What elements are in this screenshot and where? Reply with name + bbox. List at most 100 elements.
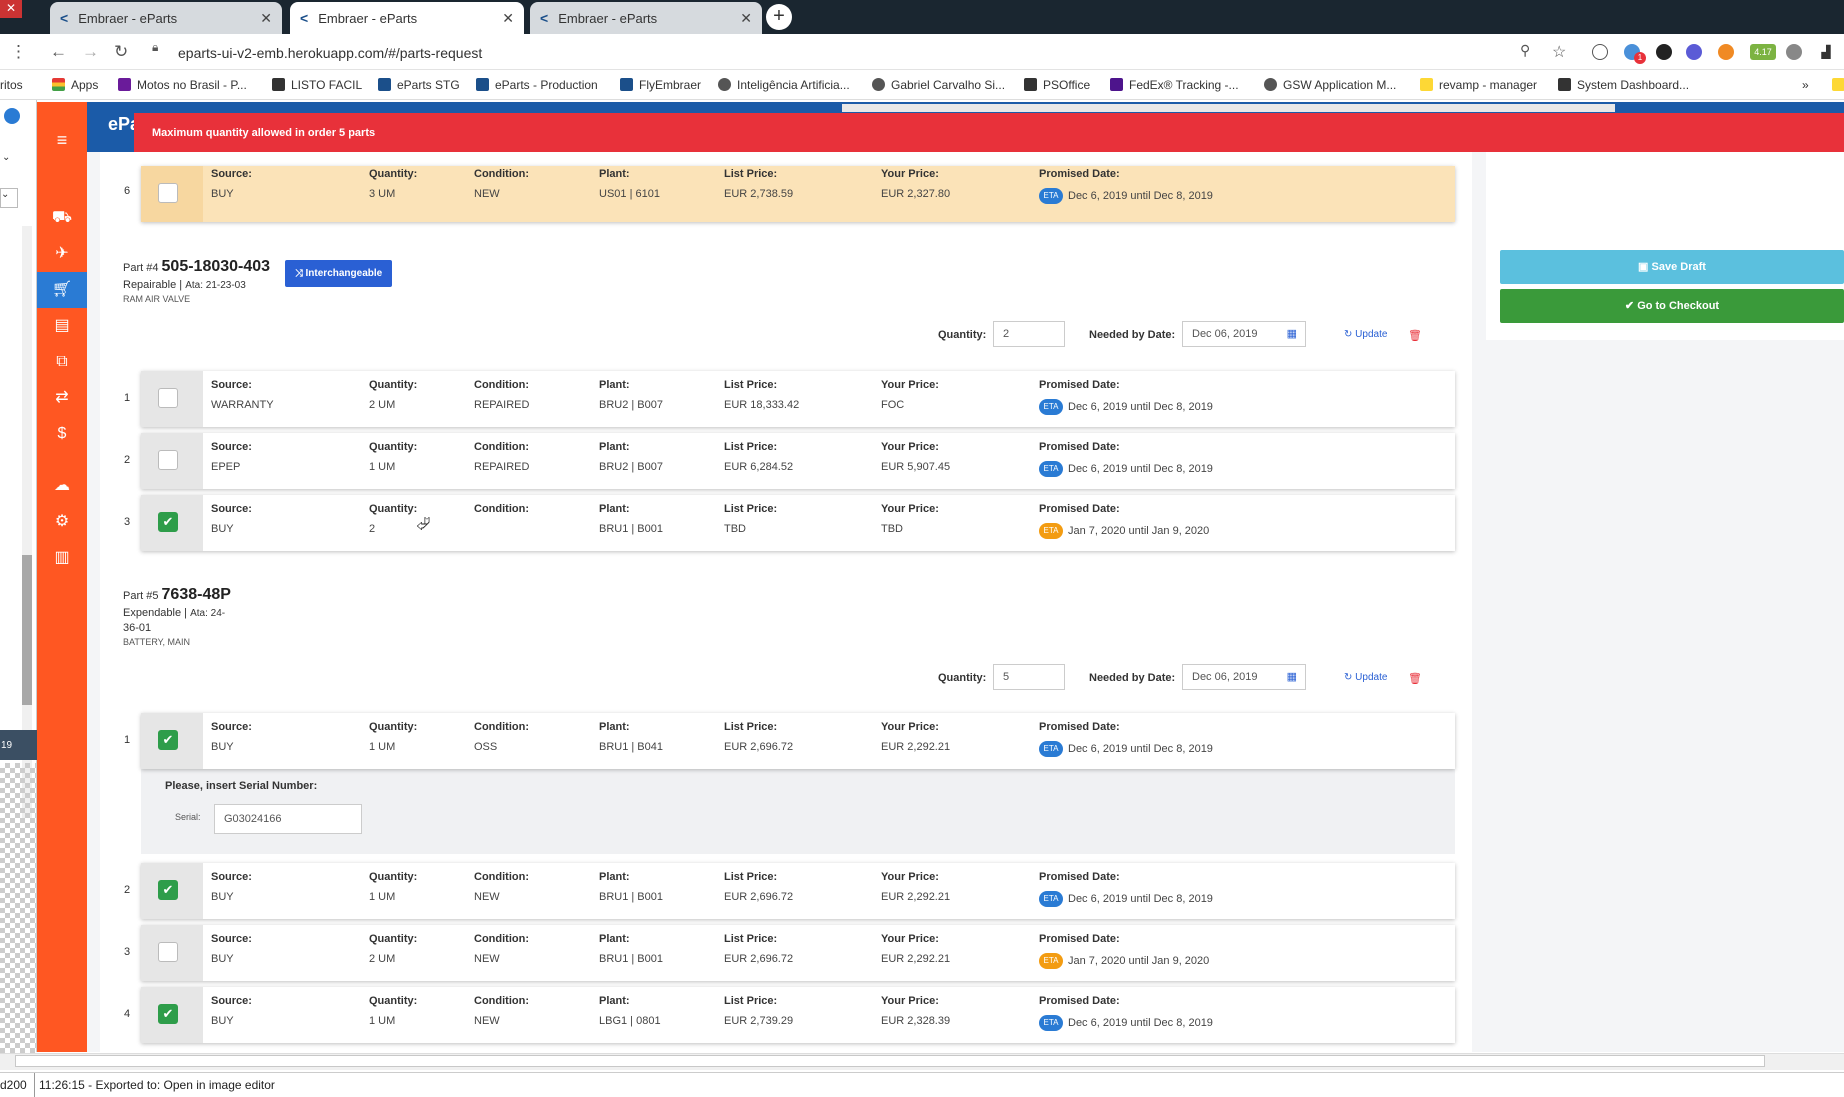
bookmark-psoffice[interactable]: PSOffice: [1024, 78, 1090, 92]
row-checkbox[interactable]: ✔: [158, 730, 178, 750]
needed-by-date-input[interactable]: Dec 06, 2019 ▦: [1182, 664, 1306, 690]
checkbox-cell: [141, 925, 203, 981]
row-checkbox[interactable]: ✔: [158, 1004, 178, 1024]
url-field[interactable]: eparts-ui-v2-emb.herokuapp.com/#/parts-r…: [146, 40, 1536, 66]
extension-icon-6[interactable]: [1786, 44, 1802, 60]
bookmark-fedex[interactable]: FedEx® Tracking -...: [1110, 78, 1239, 92]
status-bar: d200 11:26:15 - Exported to: Open in ima…: [0, 1072, 1844, 1097]
exchange-icon[interactable]: ⇄: [37, 380, 87, 416]
signal-icon[interactable]: ▟: [1818, 44, 1834, 60]
source-row[interactable]: ✔ Source: BUY Quantity: 2 Condition: Plant: BRU…: [141, 495, 1455, 551]
plane-icon[interactable]: ✈: [37, 236, 87, 272]
bookmark-revamp[interactable]: revamp - manager: [1420, 78, 1537, 92]
row-checkbox[interactable]: ✔: [158, 512, 178, 532]
scrollbar-thumb[interactable]: [22, 555, 32, 705]
bookmark-motos[interactable]: Motos no Brasil - P...: [118, 78, 247, 92]
row-number: 3: [124, 946, 131, 958]
row-checkbox[interactable]: [158, 942, 178, 962]
delete-part-icon[interactable]: 🗑︎: [1408, 329, 1422, 342]
needed-by-date-input[interactable]: Dec 06, 2019 ▦: [1182, 321, 1306, 347]
source-row[interactable]: ✔ Source: BUY Quantity: 1 UM Condition: NEW Pla…: [141, 987, 1455, 1043]
plant-col: Plant: BRU1 | B001: [599, 871, 664, 903]
bookmarks-overflow-icon[interactable]: »: [1802, 78, 1809, 92]
forward-icon[interactable]: →: [82, 42, 99, 62]
dropdown-partial[interactable]: ⌄: [0, 188, 18, 208]
list-price-col: List Price: EUR 2,696.72: [724, 933, 794, 965]
bookmark-star-icon[interactable]: ☆: [1552, 42, 1566, 62]
quantity-input[interactable]: 2: [993, 321, 1065, 347]
chevron-down-icon[interactable]: ⌄: [2, 152, 10, 163]
horizontal-scrollbar-thumb[interactable]: [15, 1055, 1765, 1067]
zoom-icon[interactable]: ⚲: [1520, 42, 1530, 59]
bookmark-apps[interactable]: Apps: [52, 78, 98, 92]
source-row[interactable]: ✔ Source: BUY Quantity: 1 UM Condition: OSS Pla…: [141, 713, 1455, 769]
bookmark-listo[interactable]: LISTO FACIL: [272, 78, 362, 92]
part-number: 505-18030-403: [161, 258, 271, 275]
row-checkbox[interactable]: [158, 388, 178, 408]
menu-dots-icon[interactable]: ⋮: [10, 42, 27, 62]
go-to-checkout-button[interactable]: ✔ Go to Checkout: [1500, 289, 1844, 323]
folder-icon[interactable]: [1832, 78, 1844, 92]
calendar-icon[interactable]: ▦: [1287, 665, 1297, 689]
new-tab-button[interactable]: +: [766, 4, 792, 30]
row-number: 4: [124, 1008, 131, 1020]
source-row[interactable]: ✔ Source: BUY Quantity: 1 UM Condition: NEW Pla…: [141, 863, 1455, 919]
reload-icon[interactable]: ↻: [114, 42, 128, 62]
dollar-icon[interactable]: $: [37, 416, 87, 452]
delete-part-icon[interactable]: 🗑︎: [1408, 672, 1422, 685]
bookmark-eparts-stg[interactable]: eParts STG: [378, 78, 460, 92]
interchangeable-button[interactable]: ⤨ Interchangeable: [285, 260, 392, 287]
source-row[interactable]: Source: BUY Quantity: 3 UM Condition: NEW P…: [141, 166, 1455, 222]
tab-close-icon[interactable]: ✕: [740, 10, 752, 27]
gears-icon[interactable]: ⚙: [37, 504, 87, 540]
bookmark-partial[interactable]: ritos: [0, 78, 23, 92]
serial-input[interactable]: G03024166: [214, 804, 362, 834]
close-window-icon[interactable]: ✕: [0, 0, 22, 18]
bookmark-eparts-prod[interactable]: eParts - Production: [476, 78, 598, 92]
quantity-input[interactable]: 5: [993, 664, 1065, 690]
your-price-col: Your Price: TBD: [881, 503, 939, 535]
embraer-logo-icon: <: [60, 10, 69, 26]
eta-badge: ETA: [1039, 891, 1063, 907]
refresh-icon: ↻: [1344, 672, 1353, 683]
bookmark-ia[interactable]: Inteligência Artificia...: [718, 78, 850, 92]
update-link[interactable]: ↻ Update: [1344, 672, 1387, 683]
extension-badge-417[interactable]: 4.17: [1750, 44, 1776, 60]
tab-close-icon[interactable]: ✕: [502, 10, 514, 27]
package-return-icon[interactable]: ⧉: [37, 344, 87, 380]
checkbox-cell: [141, 433, 203, 489]
extension-icon-4[interactable]: [1686, 44, 1702, 60]
extension-badge: 1: [1634, 52, 1646, 64]
browser-tab-3[interactable]: < Embraer - eParts ✕: [530, 2, 762, 34]
list-price-col: List Price: EUR 2,738.59: [724, 168, 794, 200]
bookmark-dashboard[interactable]: System Dashboard...: [1558, 78, 1689, 92]
save-draft-button[interactable]: ▣ Save Draft: [1500, 250, 1844, 284]
extension-icon-5[interactable]: [1718, 44, 1734, 60]
extension-icon-3[interactable]: [1656, 44, 1672, 60]
bookmark-flyembraer[interactable]: FlyEmbraer: [620, 78, 701, 92]
bookmark-gsw[interactable]: GSW Application M...: [1264, 78, 1396, 92]
bookmark-gabriel[interactable]: Gabriel Carvalho Si...: [872, 78, 1005, 92]
quantity-col: Quantity: 1 UM: [369, 721, 418, 753]
source-row[interactable]: Source: EPEP Quantity: 1 UM Condition: REPAIR…: [141, 433, 1455, 489]
browser-tab-1[interactable]: < Embraer - eParts ✕: [50, 2, 282, 34]
row-checkbox[interactable]: ✔: [158, 880, 178, 900]
source-col: Source: BUY: [211, 933, 252, 965]
truck-icon[interactable]: ⛟: [37, 200, 87, 236]
update-link[interactable]: ↻ Update: [1344, 329, 1387, 340]
source-row[interactable]: Source: BUY Quantity: 2 UM Condition: NEW Plan…: [141, 925, 1455, 981]
hamburger-menu-icon[interactable]: ≡: [37, 122, 87, 158]
row-checkbox[interactable]: [158, 450, 178, 470]
extension-icon-1[interactable]: [1592, 44, 1608, 60]
calendar-icon[interactable]: ▦: [1287, 322, 1297, 346]
source-col: Source: BUY: [211, 871, 252, 903]
cloud-icon[interactable]: ☁: [37, 468, 87, 504]
browser-tab-2[interactable]: < Embraer - eParts ✕: [290, 2, 524, 34]
tab-close-icon[interactable]: ✕: [260, 10, 272, 27]
row-checkbox[interactable]: [158, 183, 178, 203]
cart-icon[interactable]: 🛒︎: [37, 272, 87, 308]
back-icon[interactable]: ←: [50, 42, 67, 62]
bar-chart-icon[interactable]: ▥: [37, 540, 87, 576]
document-icon[interactable]: ▤: [37, 308, 87, 344]
source-row[interactable]: Source: WARRANTY Quantity: 2 UM Condition: RE…: [141, 371, 1455, 427]
